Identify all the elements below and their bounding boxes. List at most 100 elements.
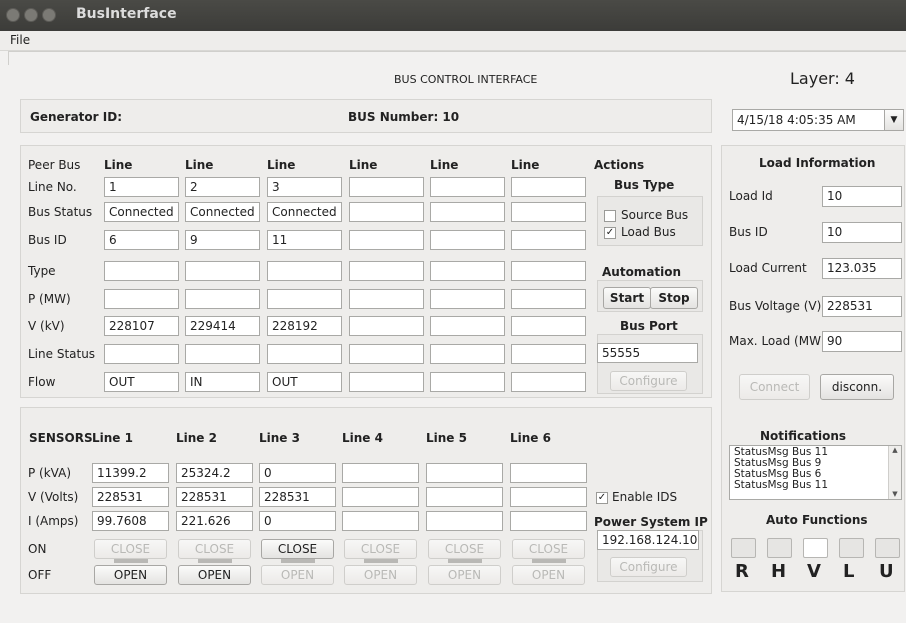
sensor-value-field[interactable]: 228531 xyxy=(92,487,169,507)
sensor-value-field[interactable]: 99.7608 xyxy=(92,511,169,531)
sensor-value-field[interactable]: 228531 xyxy=(259,487,336,507)
sensor-value-field[interactable] xyxy=(342,511,419,531)
sensor-value-field[interactable]: 228531 xyxy=(176,487,253,507)
disconnect-button[interactable]: disconn. xyxy=(820,374,894,400)
stop-button[interactable]: Stop xyxy=(650,287,698,309)
load-value-field[interactable]: 10 xyxy=(822,222,902,243)
peer-cell[interactable] xyxy=(349,230,424,250)
peer-cell[interactable] xyxy=(267,344,342,364)
peer-cell[interactable]: Connected xyxy=(104,202,179,222)
sensor-value-field[interactable] xyxy=(510,463,587,483)
sensor-value-field[interactable]: 25324.2 xyxy=(176,463,253,483)
power-ip-input[interactable]: 192.168.124.100 xyxy=(597,530,699,550)
peer-cell[interactable]: OUT xyxy=(104,372,179,392)
peer-cell[interactable] xyxy=(349,202,424,222)
connect-button[interactable]: Connect xyxy=(739,374,810,400)
peer-cell[interactable] xyxy=(511,289,586,309)
peer-cell[interactable] xyxy=(430,261,505,281)
start-button[interactable]: Start xyxy=(603,287,651,309)
bus-port-input[interactable]: 55555 xyxy=(597,343,698,363)
open-button[interactable]: OPEN xyxy=(94,565,167,585)
peer-cell[interactable]: 6 xyxy=(104,230,179,250)
open-button[interactable]: OPEN xyxy=(428,565,501,585)
peer-cell[interactable] xyxy=(430,177,505,197)
datetime-select[interactable]: 4/15/18 4:05:35 AM xyxy=(732,109,885,131)
peer-cell[interactable]: OUT xyxy=(267,372,342,392)
slider-handle[interactable] xyxy=(198,559,232,563)
close-button[interactable]: CLOSE xyxy=(94,539,167,559)
peer-cell[interactable] xyxy=(511,372,586,392)
peer-cell[interactable] xyxy=(430,202,505,222)
sensor-value-field[interactable]: 0 xyxy=(259,463,336,483)
peer-cell[interactable] xyxy=(430,230,505,250)
power-ip-configure-button[interactable]: Configure xyxy=(610,557,687,577)
peer-cell[interactable]: 3 xyxy=(267,177,342,197)
peer-cell[interactable] xyxy=(185,261,260,281)
load-value-field[interactable]: 228531 xyxy=(822,296,902,317)
slider-handle[interactable] xyxy=(281,559,315,563)
sensor-value-field[interactable] xyxy=(510,511,587,531)
peer-cell[interactable] xyxy=(511,261,586,281)
peer-cell[interactable] xyxy=(511,344,586,364)
peer-cell[interactable]: 228107 xyxy=(104,316,179,336)
peer-cell[interactable] xyxy=(349,344,424,364)
peer-cell[interactable]: Connected xyxy=(185,202,260,222)
auto-function-toggle[interactable] xyxy=(875,538,900,558)
close-window-icon[interactable] xyxy=(6,8,20,22)
slider-handle[interactable] xyxy=(364,559,398,563)
close-button[interactable]: CLOSE xyxy=(428,539,501,559)
open-button[interactable]: OPEN xyxy=(512,565,585,585)
peer-cell[interactable] xyxy=(104,289,179,309)
peer-cell[interactable] xyxy=(185,344,260,364)
peer-cell[interactable] xyxy=(104,261,179,281)
auto-function-toggle[interactable] xyxy=(767,538,792,558)
open-button[interactable]: OPEN xyxy=(261,565,334,585)
peer-cell[interactable]: 9 xyxy=(185,230,260,250)
close-button[interactable]: CLOSE xyxy=(344,539,417,559)
close-button[interactable]: CLOSE xyxy=(512,539,585,559)
open-button[interactable]: OPEN xyxy=(344,565,417,585)
notifications-scrollbar[interactable]: ▲ ▼ xyxy=(888,446,901,499)
sensor-value-field[interactable]: 0 xyxy=(259,511,336,531)
peer-cell[interactable]: 1 xyxy=(104,177,179,197)
peer-cell[interactable] xyxy=(430,372,505,392)
load-bus-checkbox[interactable]: ✓ xyxy=(604,227,616,239)
auto-function-toggle[interactable] xyxy=(803,538,828,558)
sensor-value-field[interactable] xyxy=(426,463,503,483)
peer-cell[interactable] xyxy=(349,316,424,336)
peer-cell[interactable] xyxy=(349,289,424,309)
peer-cell[interactable] xyxy=(267,289,342,309)
peer-cell[interactable]: IN xyxy=(185,372,260,392)
close-button[interactable]: CLOSE xyxy=(178,539,251,559)
sensor-value-field[interactable] xyxy=(342,463,419,483)
peer-cell[interactable] xyxy=(349,372,424,392)
scroll-down-icon[interactable]: ▼ xyxy=(889,490,901,498)
slider-handle[interactable] xyxy=(532,559,566,563)
sensor-value-field[interactable] xyxy=(342,487,419,507)
peer-cell[interactable] xyxy=(349,261,424,281)
source-bus-checkbox[interactable] xyxy=(604,210,616,222)
slider-handle[interactable] xyxy=(114,559,148,563)
slider-handle[interactable] xyxy=(448,559,482,563)
peer-cell[interactable]: 2 xyxy=(185,177,260,197)
peer-cell[interactable]: Connected xyxy=(267,202,342,222)
load-value-field[interactable]: 90 xyxy=(822,331,902,352)
scroll-up-icon[interactable]: ▲ xyxy=(889,446,901,454)
peer-cell[interactable] xyxy=(104,344,179,364)
peer-cell[interactable] xyxy=(511,202,586,222)
sensor-value-field[interactable] xyxy=(510,487,587,507)
peer-cell[interactable] xyxy=(511,230,586,250)
sensor-value-field[interactable]: 11399.2 xyxy=(92,463,169,483)
peer-cell[interactable] xyxy=(430,289,505,309)
maximize-window-icon[interactable] xyxy=(42,8,56,22)
close-button[interactable]: CLOSE xyxy=(261,539,334,559)
minimize-window-icon[interactable] xyxy=(24,8,38,22)
chevron-down-icon[interactable]: ▼ xyxy=(884,109,904,131)
enable-ids-checkbox[interactable]: ✓ xyxy=(596,492,608,504)
peer-cell[interactable] xyxy=(511,316,586,336)
peer-cell[interactable] xyxy=(185,289,260,309)
peer-cell[interactable] xyxy=(511,177,586,197)
notifications-list[interactable]: StatusMsg Bus 11 StatusMsg Bus 9 StatusMsg… xyxy=(729,445,902,500)
load-value-field[interactable]: 123.035 xyxy=(822,258,902,279)
bus-port-configure-button[interactable]: Configure xyxy=(610,371,687,391)
